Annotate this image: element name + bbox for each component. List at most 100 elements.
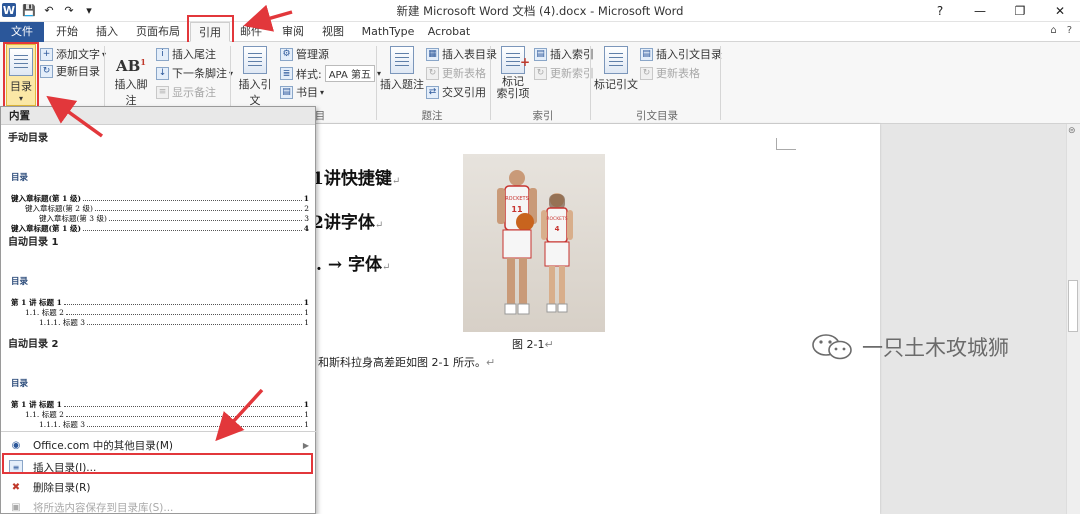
show-notes-icon: ≡ (156, 85, 169, 99)
window-controls: ? — ❐ ✕ (920, 0, 1080, 22)
menu-divider (1, 431, 317, 432)
tab-insert[interactable]: 插入 (90, 22, 124, 42)
help-button[interactable]: ? (920, 0, 960, 22)
manage-sources-icon: ⚙ (280, 47, 293, 61)
chevron-right-icon: ▶ (302, 441, 309, 450)
toc-preview-line: 1.1.1. 标题 31 (39, 318, 309, 327)
toc-preview-line: 第 1 讲 标题 11 (11, 298, 309, 307)
insert-endnote-button[interactable]: i 插入尾注 (156, 46, 216, 62)
manage-sources-button[interactable]: ⚙ 管理源 (280, 46, 329, 62)
manual-toc-label: 手动目录 (8, 133, 48, 144)
remove-toc-item[interactable]: ✖ 删除目录(R) (1, 477, 317, 497)
citation-icon (243, 46, 267, 74)
watermark: 一只土木攻城狮 (810, 332, 1009, 362)
insert-index-button[interactable]: ▤ 插入索引 (534, 46, 594, 62)
next-footnote-button[interactable]: ↓ 下一条脚注 ▾ (156, 65, 233, 81)
bibliography-icon: ▤ (280, 85, 293, 99)
show-notes-button[interactable]: ≡ 显示备注 (156, 84, 216, 100)
more-toc-from-office-item[interactable]: ◉ Office.com 中的其他目录(M) ▶ (1, 435, 317, 455)
tab-view[interactable]: 视图 (316, 22, 350, 42)
toc-preview-line: 1.1.1. 标题 31 (39, 420, 309, 429)
separator (490, 46, 491, 120)
add-text-icon: + (40, 47, 53, 61)
group-label-captions: 题注 (421, 110, 443, 122)
chevron-down-icon: ▾ (320, 87, 325, 97)
style-select[interactable]: APA 第五 (324, 65, 375, 82)
tab-mailings[interactable]: 邮件 (234, 22, 268, 42)
insert-caption-button[interactable]: 插入题注 (380, 46, 424, 92)
save-gallery-icon: ▣ (11, 501, 21, 513)
page-margin-corner (776, 138, 796, 150)
jersey-text: ROCKETS (546, 216, 567, 222)
ruler-toggle-icon[interactable]: ⊜ (1068, 126, 1076, 136)
wechat-icon (812, 334, 852, 360)
tab-home[interactable]: 开始 (50, 22, 84, 42)
toc-preview-title: 目录 (11, 173, 29, 183)
auto-toc-1-preview[interactable]: 目录第 1 讲 标题 1 1 1.1. 标题 2 1 1.1.1. 标题 31 (11, 275, 309, 327)
update-icon: ↻ (534, 66, 547, 80)
maximize-button[interactable]: ❐ (1000, 0, 1040, 22)
close-button[interactable]: ✕ (1040, 0, 1080, 22)
vertical-scrollbar[interactable]: ⊜ (1066, 124, 1080, 514)
separator (720, 46, 721, 120)
players-illustration: ROCKETS 11 ROCKETS 4 (497, 170, 573, 315)
help-icon[interactable]: ? (1067, 25, 1072, 36)
cross-reference-button[interactable]: ⇄ 交叉引用 (426, 84, 486, 100)
toc-preview-line: 1.1. 标题 21 (25, 308, 309, 317)
update-index-button[interactable]: ↻ 更新索引 (534, 65, 594, 81)
group-label-toa: 引文目录 (636, 110, 678, 122)
table-of-figures-icon: ▦ (426, 47, 439, 61)
add-text-button[interactable]: +添加文字▾ (40, 46, 106, 62)
bibliography-button[interactable]: ▤ 书目 ▾ (280, 84, 324, 100)
footnote-ab-icon: AB1 (116, 57, 146, 75)
mark-entry-button[interactable]: + 标记 索引项 (494, 46, 532, 100)
auto-toc-2-preview[interactable]: 目录第 1 讲 标题 1 1 1.1. 标题 2 1 1.1.1. 标题 31 (11, 377, 309, 429)
tab-page-layout[interactable]: 页面布局 (132, 22, 184, 42)
insert-toa-button[interactable]: ▤ 插入引文目录 (640, 46, 722, 62)
toc-preview-line: 键入章标题(第 3 级) 3 (39, 214, 309, 223)
jersey-number: 11 (511, 205, 523, 214)
save-selection-to-gallery-item[interactable]: ▣ 将所选内容保存到目录库(S)... (1, 497, 317, 514)
next-footnote-icon: ↓ (156, 66, 169, 80)
tab-acrobat[interactable]: Acrobat (424, 22, 474, 42)
update-toa-button[interactable]: ↻ 更新表格 (640, 65, 700, 81)
scrollbar-thumb[interactable] (1068, 280, 1078, 332)
caption-icon (390, 46, 414, 74)
minimize-button[interactable]: — (960, 0, 1000, 22)
tab-file[interactable]: 文件 (0, 22, 44, 42)
separator (590, 46, 591, 120)
mark-citation-button[interactable]: 标记引文 (594, 46, 638, 92)
update-icon: ↻ (426, 66, 439, 80)
highlight-references-tab (187, 15, 234, 44)
office-globe-icon: ◉ (11, 439, 21, 451)
body-paragraph: 和斯科拉身高差距如图 2-1 所示。↵ (318, 356, 496, 369)
jersey-number: 4 (555, 225, 560, 233)
toc-preview-line: 键入章标题(第 2 级) 2 (25, 204, 309, 213)
ribbon-right-controls: ⌂ ? (1050, 25, 1072, 36)
highlight-insert-toc (2, 453, 313, 474)
insert-table-of-figures-button[interactable]: ▦ 插入表目录 (426, 46, 497, 62)
tab-review[interactable]: 审阅 (276, 22, 310, 42)
document-heading-2: 2讲字体↵ (312, 213, 384, 233)
separator (376, 46, 377, 120)
insert-footnote-button[interactable]: AB1 插入脚注 (110, 48, 152, 108)
toc-preview-line: 键入章标题(第 1 级) 1 (11, 194, 309, 203)
figure-caption: 图 2-1↵ (512, 338, 554, 351)
mark-entry-icon: + (501, 46, 530, 74)
mark-citation-icon (604, 46, 628, 74)
document-heading-3: . → 字体↵ (316, 255, 391, 275)
builtin-header: 内置 (1, 107, 315, 125)
update-table-button[interactable]: ↻ 更新表格 (426, 65, 486, 81)
toc-preview-title: 目录 (11, 379, 29, 389)
ribbon-tabs: 文件 开始 插入 页面布局 引用 邮件 审阅 视图 MathType Acrob… (0, 22, 1080, 42)
toc-preview-line: 1.1. 标题 21 (25, 410, 309, 419)
update-toc-button[interactable]: ↻ 更新目录 (40, 63, 100, 79)
tab-mathtype[interactable]: MathType (360, 22, 416, 42)
group-label-index: 索引 (532, 110, 554, 122)
manual-toc-preview[interactable]: 目录键入章标题(第 1 级) 1 键入章标题(第 2 级) 2 键入章标题(第 3 级)… (11, 171, 309, 233)
highlight-toc-button (3, 42, 39, 108)
players-photo[interactable]: ROCKETS 11 ROCKETS 4 (463, 154, 605, 332)
insert-index-icon: ▤ (534, 47, 547, 61)
style-selector[interactable]: ≣ 样式: APA 第五 ▾ (280, 65, 381, 82)
minimize-ribbon-icon[interactable]: ⌂ (1050, 25, 1056, 36)
